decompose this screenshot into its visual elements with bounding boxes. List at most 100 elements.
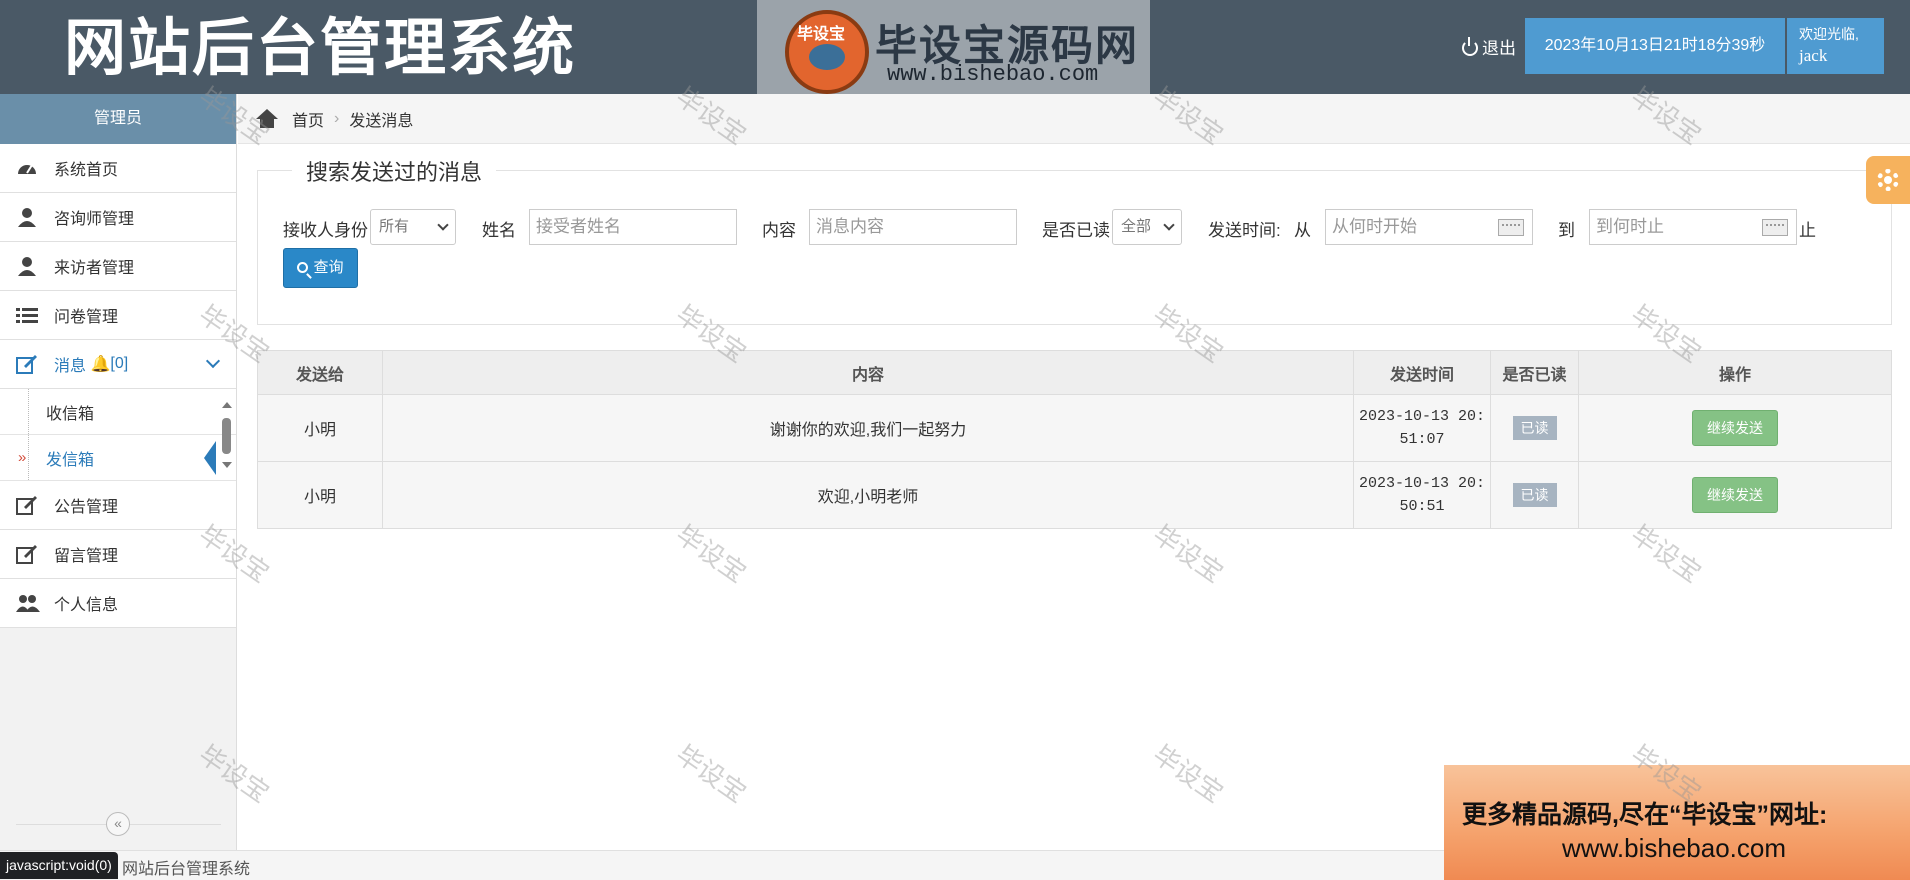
messages-table: 发送给 内容 发送时间 是否已读 操作 小明 谢谢你的欢迎,我们一起努力 202… (257, 350, 1892, 529)
breadcrumb-separator: › (334, 109, 340, 127)
sidebar-item-label: 公告管理 (54, 499, 119, 516)
read-badge: 已读 (1512, 416, 1557, 440)
content-label: 内容 (762, 221, 796, 240)
name-label: 姓名 (482, 221, 516, 240)
from-date-placeholder: 从何时开始 (1332, 217, 1417, 236)
search-panel-title: 搜索发送过的消息 (292, 155, 497, 187)
calendar-icon[interactable] (1762, 219, 1788, 236)
breadcrumb-home[interactable]: 首页 (292, 107, 324, 131)
resend-button[interactable]: 继续发送 (1692, 410, 1778, 446)
sidebar-item-messages[interactable]: 消息 🔔 [0] (0, 340, 236, 389)
home-icon[interactable] (256, 108, 278, 129)
read-status-cell: 已读 (1490, 394, 1579, 462)
bell-icon: 🔔 (86, 356, 111, 373)
sidebar-subitem-label: 收信箱 (46, 405, 95, 423)
power-icon (1462, 37, 1478, 56)
read-badge: 已读 (1512, 483, 1557, 507)
calendar-icon[interactable] (1498, 219, 1524, 236)
sidebar-subitem-inbox[interactable]: 收信箱 (0, 389, 236, 435)
sidebar-item-label: 个人信息 (54, 597, 119, 614)
read-status-value: 全部 (1121, 218, 1152, 235)
send-time-date: 2023-10-13 20: (1358, 408, 1486, 425)
sidebar-item-label: 消息 (54, 358, 87, 375)
sidebar-item-questionnaires[interactable]: 问卷管理 (0, 291, 236, 340)
scroll-down-icon[interactable] (222, 462, 232, 468)
promo-text: 更多精品源码,尽在“毕设宝”网址: (1462, 801, 1828, 829)
search-panel: 搜索发送过的消息 接收人身份 所有 姓名 接受者姓名 内容 消息内容 是否已读 … (257, 155, 1892, 325)
to-date-input[interactable]: 到何时止 (1589, 209, 1797, 245)
sidebar-item-guestbook[interactable]: 留言管理 (0, 530, 236, 579)
read-status-select[interactable]: 全部 (1112, 209, 1182, 245)
watermark: 毕设宝 (1147, 739, 1229, 809)
content-input[interactable]: 消息内容 (809, 209, 1017, 245)
sidebar-item-profile[interactable]: 个人信息 (0, 579, 236, 628)
sidebar-role: 管理员 (0, 94, 236, 144)
logout-label: 退出 (1482, 39, 1516, 58)
app-title: 网站后台管理系统 (64, 11, 577, 84)
message-count-badge: [0] (110, 355, 129, 372)
footer-text: 网站后台管理系统 (122, 861, 251, 878)
active-pointer-icon (204, 441, 216, 475)
edit-icon (16, 354, 38, 374)
sidebar-item-announcements[interactable]: 公告管理 (0, 481, 236, 530)
column-header: 操作 (1578, 350, 1892, 395)
sidebar-item-counselors[interactable]: 咨询师管理 (0, 193, 236, 242)
end-label: 止 (1799, 221, 1816, 240)
top-header: 网站后台管理系统 毕设宝 毕设宝源码网 www.bishebao.com 退出 … (0, 0, 1910, 94)
logout-link[interactable]: 退出 (1462, 34, 1516, 59)
sidebar-subitem-outbox[interactable]: » 发信箱 (0, 435, 236, 481)
promo-url: www.bishebao.com (1562, 833, 1786, 863)
sidebar: 管理员 系统首页 咨询师管理 来访者管理 问卷管理 消息 🔔 [0] 收信箱 »… (0, 94, 237, 880)
user-icon (16, 207, 38, 227)
brand-mark-text: 毕设宝 (797, 26, 846, 43)
double-chevron-right-icon: » (18, 449, 27, 466)
promo-banner[interactable]: 更多精品源码,尽在“毕设宝”网址: www.bishebao.com (1444, 765, 1910, 880)
watermark: 毕设宝 (670, 739, 752, 809)
column-header: 内容 (382, 350, 1354, 395)
collapse-sidebar-button[interactable]: « (106, 812, 130, 836)
resend-button[interactable]: 继续发送 (1692, 477, 1778, 513)
breadcrumb-current: 发送消息 (349, 112, 414, 130)
username: jack (1799, 46, 1828, 65)
user-icon (16, 256, 38, 276)
sidebar-item-label: 系统首页 (54, 162, 119, 179)
breadcrumb: 首页 › 发送消息 (238, 94, 1910, 144)
receiver-role-select[interactable]: 所有 (370, 209, 456, 245)
table-row: 小明 谢谢你的欢迎,我们一起努力 2023-10-13 20: 51:07 已读 … (257, 394, 1892, 462)
table-header-row: 发送给 内容 发送时间 是否已读 操作 (257, 350, 1892, 395)
sidebar-item-label: 留言管理 (54, 548, 119, 565)
gear-icon (1877, 169, 1899, 191)
edit-icon (16, 544, 38, 564)
read-status-cell: 已读 (1490, 461, 1579, 529)
from-date-input[interactable]: 从何时开始 (1325, 209, 1533, 245)
send-time-cell: 2023-10-13 20: 51:07 (1353, 394, 1491, 462)
scroll-up-icon[interactable] (222, 402, 232, 408)
name-input[interactable]: 接受者姓名 (529, 209, 737, 245)
content-cell: 谢谢你的欢迎,我们一起努力 (382, 394, 1354, 462)
brand-url: www.bishebao.com (887, 62, 1099, 87)
settings-toggle[interactable] (1866, 156, 1910, 204)
recipient-cell: 小明 (257, 394, 383, 462)
users-icon (16, 593, 40, 613)
query-button[interactable]: 查询 (283, 248, 358, 288)
current-datetime: 2023年10月13日21时18分39秒 (1525, 18, 1785, 74)
action-cell: 继续发送 (1578, 461, 1892, 529)
sidebar-item-visitors[interactable]: 来访者管理 (0, 242, 236, 291)
table-row: 小明 欢迎,小明老师 2023-10-13 20: 50:51 已读 继续发送 (257, 461, 1892, 529)
send-time-clock: 51:07 (1399, 431, 1445, 448)
column-header: 发送时间 (1353, 350, 1491, 395)
action-cell: 继续发送 (1578, 394, 1892, 462)
brand-mark-icon: 毕设宝 (785, 10, 869, 94)
read-status-label: 是否已读 (1042, 221, 1110, 240)
sidebar-item-dashboard[interactable]: 系统首页 (0, 144, 236, 193)
chevron-down-icon (1163, 219, 1175, 231)
from-label: 从 (1294, 221, 1311, 240)
column-header: 是否已读 (1490, 350, 1579, 395)
send-time-date: 2023-10-13 20: (1358, 475, 1486, 492)
welcome-text: 欢迎光临, (1799, 26, 1859, 42)
send-time-label: 发送时间: (1208, 221, 1281, 240)
to-date-placeholder: 到何时止 (1596, 217, 1664, 236)
submenu-scrollbar[interactable] (221, 402, 233, 472)
scroll-thumb[interactable] (222, 418, 231, 454)
brand-logo: 毕设宝 毕设宝源码网 www.bishebao.com (757, 0, 1150, 94)
